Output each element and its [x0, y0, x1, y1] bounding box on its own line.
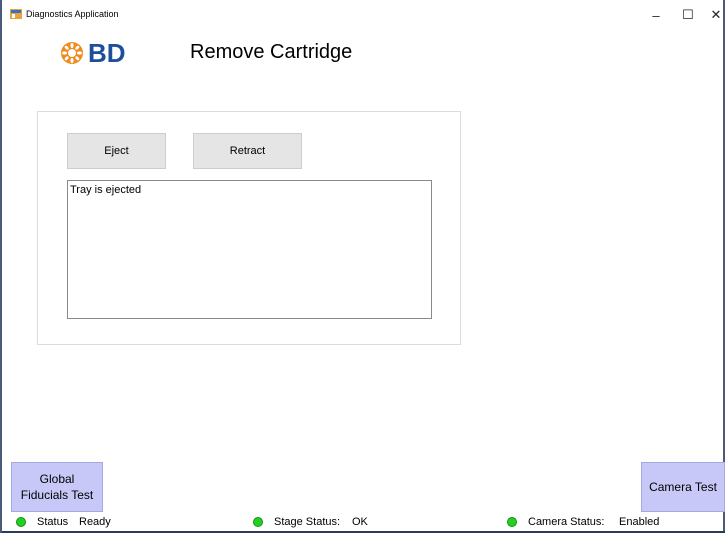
stage-status-value: OK: [352, 516, 368, 528]
camera-status-value: Enabled: [619, 516, 660, 528]
page-title: Remove Cartridge: [190, 41, 353, 63]
log-textbox[interactable]: Tray is ejected: [67, 180, 432, 319]
global-fiducials-line2: Fiducials Test: [20, 488, 94, 502]
status-bar: Status Ready Stage Status: OK Camera Sta…: [2, 513, 723, 531]
maximize-button[interactable]: ☐: [674, 0, 702, 30]
status-indicator-icon: [16, 517, 26, 527]
camera-test-button[interactable]: Camera Test: [641, 462, 725, 512]
eject-button[interactable]: Eject: [67, 133, 166, 169]
bd-sun-icon: [61, 42, 83, 64]
bd-logo: BD: [60, 38, 126, 68]
global-fiducials-line1: Global: [39, 472, 75, 486]
stage-status-indicator-icon: [253, 517, 263, 527]
retract-button[interactable]: Retract: [193, 133, 302, 169]
close-button[interactable]: ✕: [702, 0, 725, 30]
app-window: Diagnostics Application – ☐ ✕ BD Remove …: [0, 0, 725, 533]
status-value: Ready: [79, 516, 111, 528]
log-text: Tray is ejected: [70, 184, 142, 196]
minimize-button[interactable]: –: [642, 0, 670, 30]
camera-status-indicator-icon: [507, 517, 517, 527]
global-fiducials-test-button[interactable]: Global Fiducials Test: [11, 462, 103, 512]
logo-text: BD: [88, 37, 126, 68]
title-bar[interactable]: Diagnostics Application – ☐ ✕: [2, 0, 723, 30]
window-title: Diagnostics Application: [26, 9, 119, 19]
app-icon: [10, 9, 22, 19]
status-label: Status: [37, 516, 69, 528]
stage-status-label: Stage Status:: [274, 516, 341, 528]
camera-status-label: Camera Status:: [528, 516, 605, 528]
